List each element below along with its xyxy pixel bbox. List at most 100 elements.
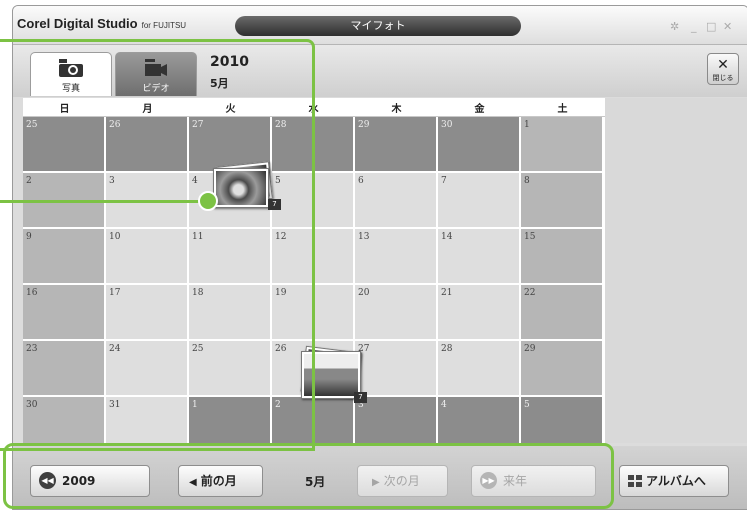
calendar-day-cell[interactable]: 12 (272, 229, 354, 284)
calendar-day-cell[interactable]: 5 (521, 397, 603, 452)
calendar-day-cell[interactable]: 29 (521, 341, 603, 396)
day-number: 25 (192, 344, 204, 354)
next-month-label: 次の月 (383, 474, 420, 488)
calendar-day-cell[interactable]: 23 (23, 341, 105, 396)
triangle-left-icon: ◀ (189, 477, 197, 488)
calendar-day-cell[interactable]: 31 (106, 397, 188, 452)
app-name-text: Corel Digital Studio (17, 16, 138, 31)
maximize-button[interactable]: □ (706, 20, 716, 33)
day-number: 2 (275, 400, 281, 410)
calendar-day-cell[interactable]: 17 (106, 285, 188, 340)
tab-photo[interactable]: 写真 (30, 52, 112, 96)
calendar-day-cell[interactable]: 21 (438, 285, 520, 340)
calendar-day-cell[interactable]: 28 (438, 341, 520, 396)
calendar-day-cell[interactable]: 3 (355, 397, 437, 452)
calendar-day-cell[interactable]: 14 (438, 229, 520, 284)
next-year-label: 来年 (503, 474, 528, 488)
weekday-label: 金 (474, 104, 485, 115)
calendar-day-cell[interactable]: 28 (272, 117, 354, 172)
day-number: 4 (441, 400, 447, 410)
calendar-day-cell[interactable]: 10 (106, 229, 188, 284)
calendar-day-cell[interactable]: 15 (521, 229, 603, 284)
weekday-label: 木 (391, 104, 402, 115)
settings-icon[interactable]: ✲ (670, 20, 679, 33)
calendar-day-cell[interactable]: 24 (106, 341, 188, 396)
calendar-day-cell[interactable]: 9 (23, 229, 105, 284)
calendar-day-cell[interactable]: 25 (23, 117, 105, 172)
calendar-day-cell[interactable]: 30 (23, 397, 105, 452)
calendar-day-cell[interactable]: 13 (355, 229, 437, 284)
day-number: 2 (26, 176, 32, 186)
close-icon: ✕ (717, 57, 729, 73)
calendar-day-cell[interactable]: 1 (189, 397, 271, 452)
day-number: 22 (524, 288, 536, 298)
calendar-day-cell[interactable]: 7 (438, 173, 520, 228)
calendar-day-cell[interactable]: 2 (272, 397, 354, 452)
video-camera-icon (145, 59, 167, 76)
weekday-header: 日月火水木金土 (23, 98, 605, 117)
calendar-day-cell[interactable]: 22 (521, 285, 603, 340)
day-number: 15 (524, 232, 536, 242)
callout-marker-dot (198, 191, 218, 211)
calendar-day-cell[interactable]: 26 (106, 117, 188, 172)
calendar-day-cell[interactable]: 5 (272, 173, 354, 228)
day-number: 1 (192, 400, 198, 410)
calendar-day-cell[interactable]: 25 (189, 341, 271, 396)
photo-thumbnail-day-26[interactable]: 7 (299, 345, 367, 403)
calendar-day-cell[interactable]: 1 (521, 117, 603, 172)
tab-video-label: ビデオ (142, 84, 170, 94)
weekday-label: 火 (225, 104, 236, 115)
tab-video[interactable]: ビデオ (115, 52, 197, 96)
day-number: 24 (109, 344, 121, 354)
triangle-right-icon: ▶ (372, 477, 380, 488)
prev-month-button[interactable]: ◀ 前の月 (178, 465, 263, 497)
grid-icon (628, 474, 642, 487)
toolbar: 写真 ビデオ 2010 5月 ✕ 閉じる (13, 45, 747, 97)
photo-count-badge: 7 (354, 392, 367, 403)
day-number: 20 (358, 288, 370, 298)
callout-leader-line (0, 200, 204, 203)
calendar-day-cell[interactable]: 4 (438, 397, 520, 452)
minimize-button[interactable]: _ (691, 20, 697, 33)
camera-icon (59, 59, 83, 77)
day-number: 9 (26, 232, 32, 242)
year-label: 2010 (210, 54, 249, 70)
day-number: 26 (275, 344, 287, 354)
day-number: 21 (441, 288, 453, 298)
calendar-day-cell[interactable]: 20 (355, 285, 437, 340)
next-month-button[interactable]: ▶ 次の月 (357, 465, 448, 497)
calendar: 日月火水木金土 25 26 27 28 29 30 1 2 3 4 5 6 7 8 9 10 11 12 13 14 1… (23, 98, 605, 452)
calendar-day-cell[interactable]: 27 (355, 341, 437, 396)
day-number: 23 (26, 344, 38, 354)
calendar-day-cell[interactable]: 29 (355, 117, 437, 172)
prev-year-button[interactable]: ◀◀ 2009 (30, 465, 150, 497)
day-number: 8 (524, 176, 530, 186)
app-window: Corel Digital Studio for FUJITSU マイフォト ✲ … (12, 5, 747, 510)
day-number: 11 (192, 232, 204, 242)
close-button[interactable]: ✕ 閉じる (707, 53, 739, 85)
calendar-day-cell[interactable]: 18 (189, 285, 271, 340)
weekday-label: 月 (142, 104, 153, 115)
prev-month-label: 前の月 (200, 474, 237, 488)
app-name: Corel Digital Studio for FUJITSU (17, 16, 186, 31)
day-number: 28 (441, 344, 453, 354)
calendar-day-cell[interactable]: 19 (272, 285, 354, 340)
calendar-day-cell[interactable]: 11 (189, 229, 271, 284)
day-number: 29 (358, 120, 370, 130)
calendar-day-cell[interactable]: 30 (438, 117, 520, 172)
next-year-button[interactable]: ▶▶ 来年 (471, 465, 596, 497)
calendar-day-cell[interactable]: 16 (23, 285, 105, 340)
calendar-day-cell[interactable]: 6 (355, 173, 437, 228)
current-month-label: 5月 (305, 475, 326, 489)
day-number: 1 (524, 120, 530, 130)
photo-count-badge: 7 (268, 199, 281, 210)
close-window-button[interactable]: ✕ (723, 20, 732, 33)
album-button[interactable]: アルバムへ (619, 465, 729, 497)
calendar-day-cell[interactable]: 8 (521, 173, 603, 228)
bottom-navigation: ◀◀ 2009 ◀ 前の月 5月 ▶ 次の月 ▶▶ 来年 アルバムへ (13, 446, 747, 509)
day-number: 25 (26, 120, 38, 130)
day-number: 6 (358, 176, 364, 186)
day-number: 31 (109, 400, 121, 410)
tab-photo-label: 写真 (61, 84, 80, 94)
weekday-label: 土 (557, 104, 568, 115)
